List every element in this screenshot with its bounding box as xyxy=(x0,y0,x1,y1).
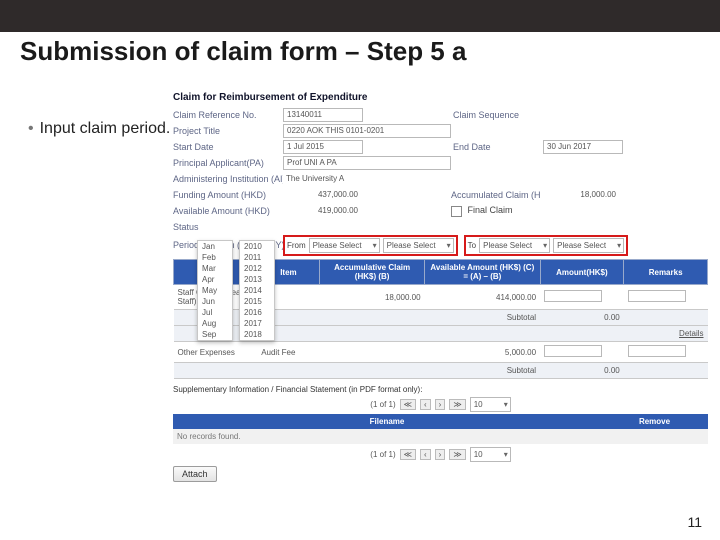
field-start-date[interactable]: 1 Jul 2015 xyxy=(283,140,363,154)
slide-title: Submission of claim form – Step 5 a xyxy=(20,36,700,67)
subtotal-val-2: 0.00 xyxy=(540,363,624,379)
field-avail: 419,000.00 xyxy=(283,205,361,217)
field-funding: 437,000.00 xyxy=(283,189,361,201)
label-to: To xyxy=(468,241,476,250)
attach-button[interactable]: Attach xyxy=(173,466,217,482)
pager-top: (1 of 1) ≪ ‹ › ≫ 10 xyxy=(173,397,708,412)
label-claim-ref: Claim Reference No. xyxy=(173,110,283,120)
label-start-date: Start Date xyxy=(173,142,283,152)
label-from: From xyxy=(287,241,306,250)
dd-year-opt[interactable]: 2015 xyxy=(240,296,274,307)
cell-amt-other[interactable] xyxy=(540,342,624,363)
th-avail: Available Amount (HK$) (C) = (A) – (B) xyxy=(425,260,540,285)
final-claim-wrap: Final Claim xyxy=(451,205,513,216)
cell-item-other: Audit Fee xyxy=(257,342,320,363)
from-select-group: From Please Select Please Select xyxy=(283,235,458,256)
pagesize-select[interactable]: 10 xyxy=(470,397,511,412)
table-row: Other Expenses Audit Fee 5,000.00 xyxy=(174,342,708,363)
pager-prev-icon-b[interactable]: ‹ xyxy=(420,449,431,460)
dd-month-opt[interactable]: Sep xyxy=(198,329,232,340)
label-final-claim: Final Claim xyxy=(468,205,513,215)
dd-year-opt[interactable]: 2016 xyxy=(240,307,274,318)
files-table: Filename Remove No records found. xyxy=(173,414,708,444)
attachments-heading: Supplementary Information / Financial St… xyxy=(173,385,708,394)
label-acc-claim: Accumulated Claim (HKD) xyxy=(451,190,541,200)
open-dropdown: Jan Feb Mar Apr May Jun Jul Aug Sep 2010… xyxy=(197,240,275,341)
slide-page-number: 11 xyxy=(687,514,702,530)
subtotal-val-1: 0.00 xyxy=(540,310,624,326)
label-end-date: End Date xyxy=(453,142,543,152)
dd-year-opt[interactable]: 2014 xyxy=(240,285,274,296)
pager-text-b: (1 of 1) xyxy=(370,450,395,459)
cell-acc-other xyxy=(320,342,425,363)
files-empty: No records found. xyxy=(173,429,708,444)
th-acc: Accumulative Claim (HK$) (B) xyxy=(320,260,425,285)
dd-month-opt[interactable]: Jun xyxy=(198,296,232,307)
subtotal-row-2: Subtotal 0.00 xyxy=(174,363,708,379)
from-year-select[interactable]: Please Select xyxy=(383,238,454,253)
cell-rem-other[interactable] xyxy=(624,342,708,363)
cell-rem[interactable] xyxy=(624,285,708,310)
pager-next-icon-b[interactable]: › xyxy=(435,449,446,460)
pager-text: (1 of 1) xyxy=(370,400,395,409)
subtotal-label-2: Subtotal xyxy=(174,363,541,379)
pager-last-icon-b[interactable]: ≫ xyxy=(449,449,465,460)
pager-last-icon[interactable]: ≫ xyxy=(449,399,465,410)
pager-prev-icon[interactable]: ‹ xyxy=(420,399,431,410)
field-pa[interactable]: Prof UNI A PA xyxy=(283,156,451,170)
pager-first-icon-b[interactable]: ≪ xyxy=(400,449,416,460)
to-year-select[interactable]: Please Select xyxy=(553,238,624,253)
cell-avail: 414,000.00 xyxy=(425,285,540,310)
field-acc-claim: 18,000.00 xyxy=(541,189,619,201)
field-claim-ref[interactable]: 13140011 xyxy=(283,108,363,122)
dd-month-opt[interactable]: Aug xyxy=(198,318,232,329)
dd-year-opt[interactable]: 2011 xyxy=(240,252,274,263)
th-remarks: Remarks xyxy=(624,260,708,285)
pager-next-icon[interactable]: › xyxy=(435,399,446,410)
year-dropdown[interactable]: 2010 2011 2012 2013 2014 2015 2016 2017 … xyxy=(239,240,275,341)
label-project-title: Project Title xyxy=(173,126,283,136)
cell-cat-other: Other Expenses xyxy=(174,342,258,363)
to-select-group: To Please Select Please Select xyxy=(464,235,628,256)
pagesize-select-b[interactable]: 10 xyxy=(470,447,511,462)
dd-month-opt[interactable]: Mar xyxy=(198,263,232,274)
label-pa: Principal Applicant(PA) xyxy=(173,158,283,168)
th-filename: Filename xyxy=(173,414,601,429)
th-remove: Remove xyxy=(601,414,708,429)
bullet-line: •Input claim period. xyxy=(28,118,170,140)
to-month-select[interactable]: Please Select xyxy=(479,238,550,253)
dd-month-opt[interactable]: Apr xyxy=(198,274,232,285)
bullet-text: Input claim period. xyxy=(40,120,171,137)
form-heading: Claim for Reimbursement of Expenditure xyxy=(173,92,708,103)
field-ai: The University A xyxy=(283,173,449,185)
from-month-select[interactable]: Please Select xyxy=(309,238,380,253)
field-project-title[interactable]: 0220 AOK THIS 0101-0201 xyxy=(283,124,451,138)
dd-month-opt[interactable]: Jan xyxy=(198,241,232,252)
label-status: Status xyxy=(173,222,283,232)
dd-year-opt[interactable]: 2018 xyxy=(240,329,274,340)
pager-first-icon[interactable]: ≪ xyxy=(400,399,416,410)
field-end-date[interactable]: 30 Jun 2017 xyxy=(543,140,623,154)
pager-bottom: (1 of 1) ≪ ‹ › ≫ 10 xyxy=(173,447,708,462)
dd-month-opt[interactable]: May xyxy=(198,285,232,296)
cell-acc: 18,000.00 xyxy=(320,285,425,310)
details-link[interactable]: Details xyxy=(679,329,703,338)
label-claim-seq: Claim Sequence xyxy=(453,110,543,120)
top-strip xyxy=(0,0,720,32)
th-amount: Amount(HK$) xyxy=(540,260,624,285)
cell-amt[interactable] xyxy=(540,285,624,310)
dd-year-opt[interactable]: 2013 xyxy=(240,274,274,285)
dd-month-opt[interactable]: Jul xyxy=(198,307,232,318)
month-dropdown[interactable]: Jan Feb Mar Apr May Jun Jul Aug Sep xyxy=(197,240,233,341)
cell-avail-other: 5,000.00 xyxy=(425,342,540,363)
dd-year-opt[interactable]: 2012 xyxy=(240,263,274,274)
final-claim-checkbox[interactable] xyxy=(451,206,462,217)
dd-year-opt[interactable]: 2017 xyxy=(240,318,274,329)
label-funding: Funding Amount (HKD) xyxy=(173,190,283,200)
label-ai: Administering Institution (AI) xyxy=(173,174,283,184)
label-avail: Available Amount (HKD) xyxy=(173,206,283,216)
dd-month-opt[interactable]: Feb xyxy=(198,252,232,263)
dd-year-opt[interactable]: 2010 xyxy=(240,241,274,252)
